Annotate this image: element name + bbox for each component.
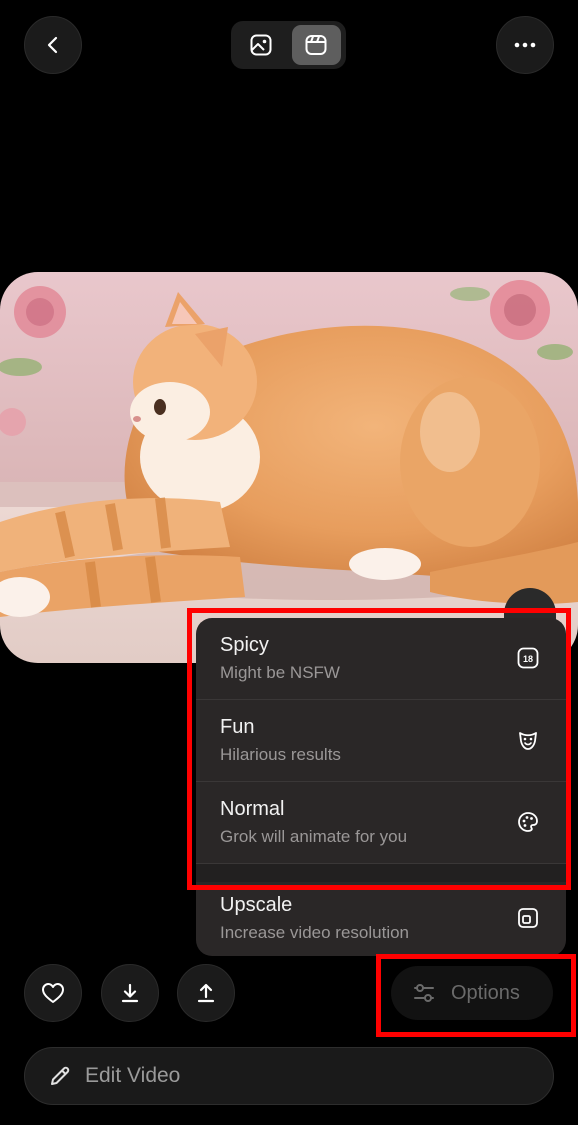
pencil-icon: [51, 1066, 70, 1085]
upscale-icon: [518, 908, 538, 928]
heart-icon: [42, 983, 64, 1003]
svg-text:18: 18: [523, 654, 533, 664]
like-button[interactable]: [24, 964, 82, 1022]
more-options-button[interactable]: [496, 16, 554, 74]
image-mode-button[interactable]: [236, 25, 286, 65]
chevron-left-icon: [47, 36, 58, 54]
menu-item-title: Spicy: [220, 634, 269, 656]
download-button[interactable]: [101, 964, 159, 1022]
share-icon: [197, 983, 215, 1003]
menu-separator: [196, 864, 566, 882]
menu-item-subtitle: Hilarious results: [220, 745, 341, 764]
cat-illustration: [0, 272, 578, 663]
download-icon: [121, 983, 139, 1003]
menu-item-fun[interactable]: Fun Hilarious results: [196, 700, 566, 782]
menu-item-spicy[interactable]: Spicy Might be NSFW 18: [196, 618, 566, 700]
edit-video-label: Edit Video: [85, 1064, 181, 1087]
menu-item-title: Upscale: [220, 894, 293, 916]
menu-item-subtitle: Might be NSFW: [220, 663, 340, 682]
animation-options-menu: Spicy Might be NSFW 18 Fun Hilarious res…: [196, 618, 566, 956]
menu-item-title: Normal: [220, 798, 285, 820]
options-button[interactable]: Options: [391, 966, 553, 1020]
options-label: Options: [451, 981, 520, 1004]
share-button[interactable]: [177, 964, 235, 1022]
menu-item-upscale[interactable]: Upscale Increase video resolution: [196, 882, 566, 956]
menu-item-subtitle: Grok will animate for you: [220, 827, 408, 846]
menu-item-normal[interactable]: Normal Grok will animate for you: [196, 782, 566, 864]
sliders-icon: [414, 984, 434, 1002]
menu-item-title: Fun: [220, 716, 255, 738]
ellipsis-icon: [514, 42, 536, 48]
video-mode-button[interactable]: [291, 25, 341, 65]
edit-video-button[interactable]: Edit Video: [24, 1047, 554, 1105]
mask-icon: [519, 732, 537, 750]
palette-icon: [518, 812, 538, 832]
screen: Spicy Might be NSFW 18 Fun Hilarious res…: [0, 0, 578, 1125]
image-icon: [250, 34, 272, 56]
back-button[interactable]: [24, 16, 82, 74]
media-mode-toggle: [231, 21, 346, 69]
video-icon: [305, 35, 327, 55]
cat-photo[interactable]: [0, 272, 578, 663]
menu-item-subtitle: Increase video resolution: [220, 923, 410, 942]
eighteen-plus-icon: 18: [517, 647, 539, 669]
